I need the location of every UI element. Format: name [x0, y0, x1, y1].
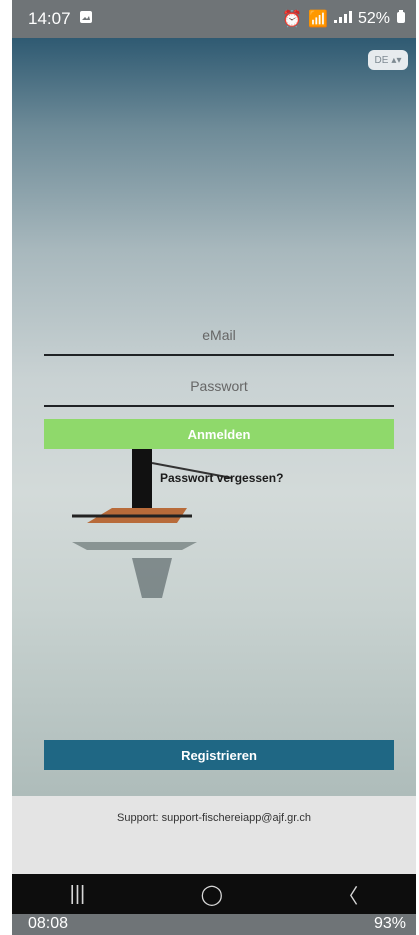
home-icon[interactable]: ◯ [201, 882, 223, 907]
image-icon [79, 9, 93, 29]
back-icon[interactable]: 〈 [338, 880, 358, 909]
status-bar: 14:07 ⏰ 📶 52% [12, 0, 416, 38]
bottom-battery: 93% [373, 915, 406, 932]
fisherman-illustration [72, 420, 233, 598]
bottom-time: 08:08 [28, 915, 69, 932]
alarm-icon: ⏰ [282, 11, 303, 28]
support-footer: Support: support-fischereiapp@ajf.gr.ch [12, 796, 416, 874]
forgot-password-link[interactable]: Passwort vergessen? [160, 471, 283, 485]
recent-apps-icon[interactable]: ||| [70, 883, 86, 906]
battery-icon [396, 9, 406, 29]
wifi-icon: 📶 [308, 11, 328, 28]
login-button[interactable]: Anmelden [44, 419, 394, 449]
login-screen: DE ▴▾ eMail Passwort Anmelden Passwort v… [12, 38, 416, 796]
register-button[interactable]: Registrieren [44, 740, 394, 770]
bottom-status-bar: 08:08 93% [12, 914, 416, 935]
navigation-bar: ||| ◯ 〈 [12, 874, 416, 914]
signal-icon [333, 10, 352, 28]
email-field[interactable]: eMail [44, 320, 394, 356]
time: 14:07 [28, 9, 71, 28]
support-text: Support: support-fischereiapp@ajf.gr.ch [117, 812, 311, 824]
battery-percent: 52% [357, 10, 390, 27]
password-field[interactable]: Passwort [44, 371, 394, 407]
